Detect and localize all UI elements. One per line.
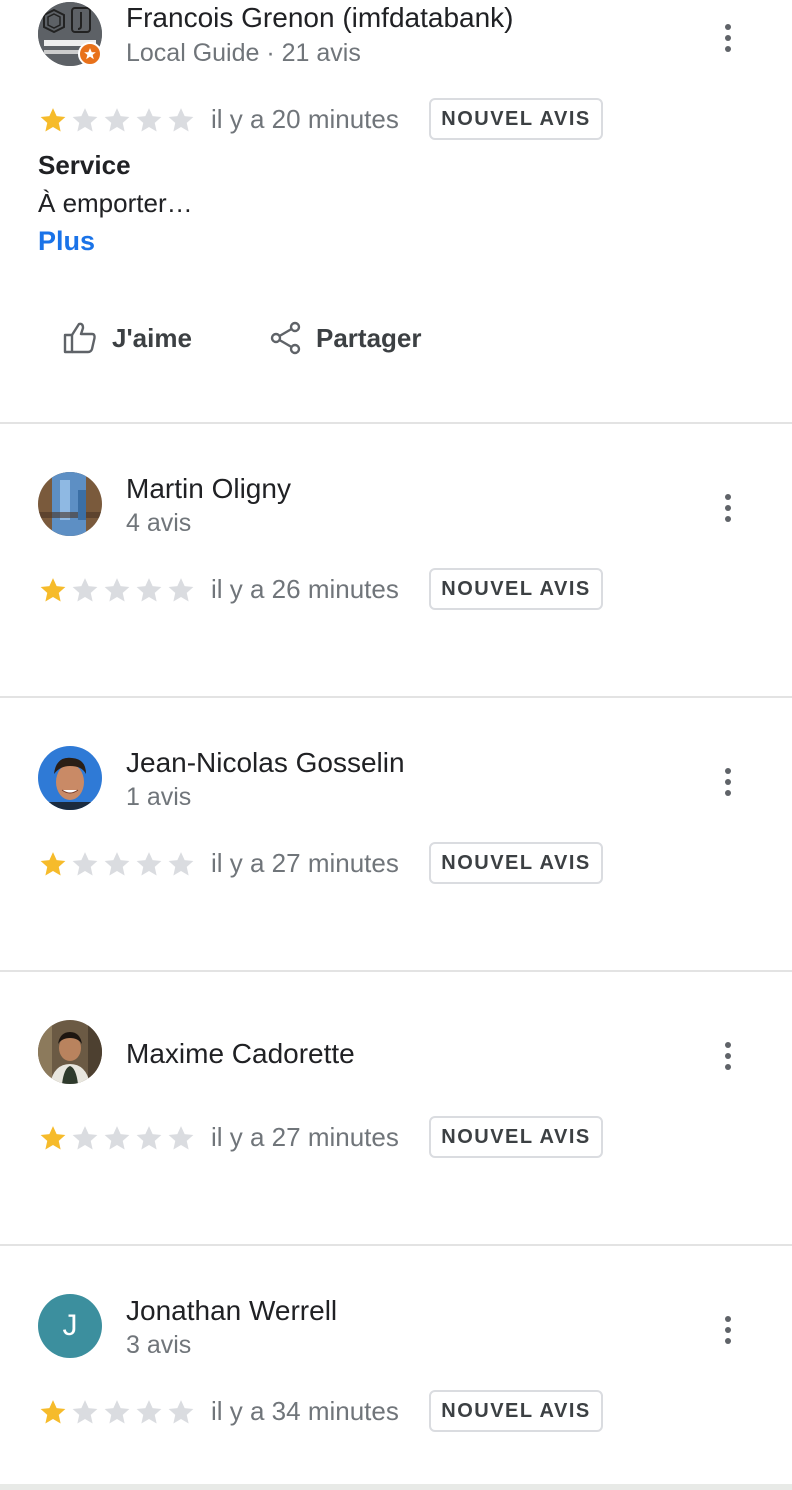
star-empty-icon xyxy=(168,1126,194,1150)
star-filled-icon xyxy=(40,1126,66,1150)
star-empty-icon xyxy=(136,578,162,602)
share-label: Partager xyxy=(316,322,422,353)
review-card: Martin Oligny 4 avis il y a 26 minutes N… xyxy=(0,424,792,696)
star-empty-icon xyxy=(168,108,194,132)
star-filled-icon xyxy=(40,578,66,602)
avatar[interactable] xyxy=(38,472,102,536)
rating-stars xyxy=(38,105,196,135)
avatar[interactable] xyxy=(38,1020,102,1084)
bottom-edge xyxy=(0,1484,792,1490)
more-vert-icon[interactable] xyxy=(714,18,742,58)
review-card: Jean-Nicolas Gosselin 1 avis il y a 27 m… xyxy=(0,698,792,970)
star-empty-icon xyxy=(104,108,130,132)
star-empty-icon xyxy=(168,1400,194,1424)
rating-stars xyxy=(38,575,196,605)
review-time: il y a 26 minutes xyxy=(211,574,399,604)
star-empty-icon xyxy=(104,852,130,876)
star-empty-icon xyxy=(72,1400,98,1424)
star-empty-icon xyxy=(72,108,98,132)
avatar[interactable]: J xyxy=(38,1294,102,1358)
rating-stars xyxy=(38,1397,196,1427)
star-empty-icon xyxy=(168,852,194,876)
star-empty-icon xyxy=(104,1400,130,1424)
service-title: Service xyxy=(38,150,131,180)
reviewer-meta: 3 avis xyxy=(126,1331,192,1359)
more-vert-icon[interactable] xyxy=(714,1036,742,1076)
share-button[interactable]: Partager xyxy=(270,318,422,358)
new-review-badge: NOUVEL AVIS xyxy=(429,98,603,140)
more-vert-icon[interactable] xyxy=(714,762,742,802)
more-vert-icon[interactable] xyxy=(714,1310,742,1350)
star-filled-icon xyxy=(40,108,66,132)
reviewer-name[interactable]: Jean-Nicolas Gosselin xyxy=(126,747,405,779)
more-link[interactable]: Plus xyxy=(38,226,95,257)
star-empty-icon xyxy=(136,108,162,132)
reviewer-name[interactable]: Francois Grenon (imfdatabank) xyxy=(126,2,514,34)
star-empty-icon xyxy=(72,852,98,876)
rating-stars xyxy=(38,849,196,879)
avatar[interactable] xyxy=(38,746,102,810)
reviewer-meta: 1 avis xyxy=(126,783,192,811)
star-empty-icon xyxy=(104,1126,130,1150)
review-card: Maxime Cadorette il y a 27 minutes NOUVE… xyxy=(0,972,792,1244)
reviewer-name[interactable]: Maxime Cadorette xyxy=(126,1038,355,1070)
local-guide-badge-icon xyxy=(78,42,102,66)
like-label: J'aime xyxy=(112,322,192,353)
review-time: il y a 27 minutes xyxy=(211,848,399,878)
star-empty-icon xyxy=(136,1126,162,1150)
service-text: À emporter… xyxy=(38,188,193,218)
star-empty-icon xyxy=(136,852,162,876)
rating-stars xyxy=(38,1123,196,1153)
review-time: il y a 27 minutes xyxy=(211,1122,399,1152)
new-review-badge: NOUVEL AVIS xyxy=(429,1116,603,1158)
avatar-letter: J xyxy=(62,1309,78,1342)
star-empty-icon xyxy=(136,1400,162,1424)
new-review-badge: NOUVEL AVIS xyxy=(429,568,603,610)
more-vert-icon[interactable] xyxy=(714,488,742,528)
star-filled-icon xyxy=(40,1400,66,1424)
reviewer-name[interactable]: Jonathan Werrell xyxy=(126,1295,337,1327)
review-card: J Jonathan Werrell 3 avis il y a 34 minu… xyxy=(0,1246,792,1484)
star-empty-icon xyxy=(72,1126,98,1150)
star-empty-icon xyxy=(168,578,194,602)
new-review-badge: NOUVEL AVIS xyxy=(429,842,603,884)
thumb-up-icon xyxy=(63,322,96,354)
review-card: Francois Grenon (imfdatabank) Local Guid… xyxy=(0,0,792,422)
star-filled-icon xyxy=(40,852,66,876)
share-icon xyxy=(270,321,301,355)
reviewer-meta: Local Guide · 21 avis xyxy=(126,39,361,67)
new-review-badge: NOUVEL AVIS xyxy=(429,1390,603,1432)
like-button[interactable]: J'aime xyxy=(62,318,192,358)
review-time: il y a 34 minutes xyxy=(211,1396,399,1426)
reviewer-name[interactable]: Martin Oligny xyxy=(126,473,291,505)
star-empty-icon xyxy=(104,578,130,602)
reviewer-meta: 4 avis xyxy=(126,509,192,537)
star-empty-icon xyxy=(72,578,98,602)
review-time: il y a 20 minutes xyxy=(211,104,399,134)
